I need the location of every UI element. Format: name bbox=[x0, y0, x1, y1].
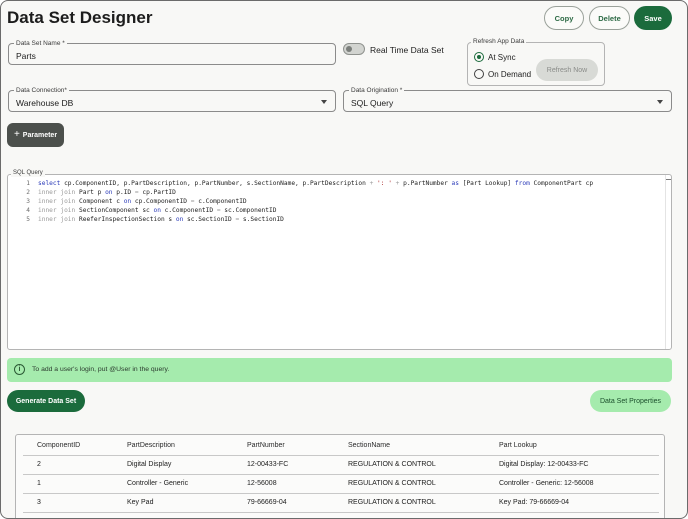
sql-editor[interactable]: 1 select cp.ComponentID, p.PartDescriptio… bbox=[7, 174, 672, 350]
data-connection-select[interactable]: Data Connection* Warehouse DB bbox=[8, 86, 336, 112]
results-table: ComponentID PartDescription PartNumber Sect… bbox=[15, 434, 665, 518]
page-title: Data Set Designer bbox=[7, 8, 153, 27]
sql-token: Component c bbox=[75, 198, 124, 205]
chevron-down-icon bbox=[321, 100, 327, 104]
sql-code-line: 4 inner join SectionComponent sc on c.Com… bbox=[8, 206, 276, 215]
sql-token: inner join bbox=[38, 216, 76, 223]
line-number: 2 bbox=[26, 189, 30, 196]
data-origination-value: SQL Query bbox=[351, 98, 394, 108]
table-row[interactable]: 3 Key Pad 79-66669-04 REGULATION & CONTROL K… bbox=[23, 494, 659, 513]
table-cell: 12-56008 bbox=[247, 480, 277, 487]
copy-button[interactable]: Copy bbox=[544, 6, 584, 30]
table-cell: 79-66669-04 bbox=[247, 499, 287, 506]
sql-token: c.ComponentID bbox=[194, 198, 247, 205]
sql-token: ReeferInspectionSection s bbox=[75, 216, 176, 223]
sql-token: Part p bbox=[75, 189, 106, 196]
column-header: SectionName bbox=[348, 442, 391, 449]
scrollbar-marker bbox=[666, 179, 671, 180]
sql-token: inner join bbox=[38, 198, 76, 205]
line-number: 4 bbox=[26, 207, 30, 214]
sql-token: on bbox=[105, 189, 113, 196]
add-parameter-label: Parameter bbox=[22, 131, 58, 139]
line-number: 1 bbox=[26, 180, 30, 187]
sql-token: inner join bbox=[38, 207, 76, 214]
radio-at-sync[interactable] bbox=[474, 52, 484, 62]
line-number: 3 bbox=[26, 198, 30, 205]
column-header: PartDescription bbox=[127, 442, 175, 449]
sql-token: sc.ComponentID bbox=[220, 207, 277, 214]
info-banner: i To add a user's login, put @User in th… bbox=[7, 358, 672, 382]
column-header: Part Lookup bbox=[499, 442, 537, 449]
table-cell: Digital Display: 12-00433-FC bbox=[499, 461, 589, 468]
line-number: 5 bbox=[26, 216, 30, 223]
dataset-designer-window: Data Set Designer Copy Delete Save Data … bbox=[0, 0, 688, 519]
sql-token: ': ' bbox=[373, 180, 396, 187]
radio-on-demand-label: On Demand bbox=[488, 70, 532, 79]
sql-token: cp.PartID bbox=[138, 189, 176, 196]
sql-token: inner join bbox=[38, 189, 76, 196]
table-row[interactable]: 2 Digital Display 12-00433-FC REGULATION & … bbox=[23, 456, 659, 475]
sql-code-line: 5 inner join ReeferInspectionSection s on… bbox=[8, 215, 284, 224]
dataset-name-field[interactable]: Data Set Name * Parts bbox=[8, 39, 336, 65]
info-text: To add a user's login, put @User in the … bbox=[32, 366, 170, 373]
table-row[interactable]: 1 Controller - Generic 12-56008 REGULATION … bbox=[23, 475, 659, 494]
data-connection-label: Data Connection* bbox=[14, 86, 69, 95]
table-cell: 12-00433-FC bbox=[247, 461, 289, 468]
sql-token: as bbox=[451, 180, 459, 187]
realtime-label: Real Time Data Set bbox=[370, 45, 444, 55]
data-origination-select[interactable]: Data Origination * SQL Query bbox=[343, 86, 672, 112]
sql-code-line: 2 inner join Part p on p.ID = cp.PartID bbox=[8, 188, 176, 197]
add-parameter-button[interactable]: + Parameter bbox=[7, 123, 64, 147]
plus-icon: + bbox=[13, 129, 20, 140]
sql-code-line: 1 select cp.ComponentID, p.PartDescriptio… bbox=[8, 179, 593, 188]
sql-token: c.ComponentID bbox=[160, 207, 217, 214]
sql-token: on bbox=[153, 207, 161, 214]
sql-token: s.SectionID bbox=[239, 216, 284, 223]
table-cell: REGULATION & CONTROL bbox=[348, 461, 436, 468]
sql-token: cp.ComponentID, p.PartDescription, p.Par… bbox=[60, 180, 370, 187]
table-cell: Digital Display bbox=[127, 461, 172, 468]
refresh-now-button[interactable]: Refresh Now bbox=[536, 59, 598, 81]
sql-token: cp.ComponentID bbox=[131, 198, 191, 205]
table-cell: Controller - Generic: 12-56008 bbox=[499, 480, 594, 487]
column-header: ComponentID bbox=[37, 442, 81, 449]
table-header-row: ComponentID PartDescription PartNumber Sect… bbox=[23, 437, 659, 456]
dataset-name-label: Data Set Name * bbox=[14, 39, 67, 48]
table-cell: 3 bbox=[37, 499, 41, 506]
realtime-toggle[interactable] bbox=[343, 43, 365, 55]
sql-query-label: SQL Query bbox=[11, 169, 45, 177]
table-cell: 2 bbox=[37, 461, 41, 468]
sql-token: p.PartNumber bbox=[399, 180, 452, 187]
table-cell: REGULATION & CONTROL bbox=[348, 480, 436, 487]
radio-at-sync-label: At Sync bbox=[488, 53, 516, 62]
data-origination-label: Data Origination * bbox=[349, 86, 405, 95]
info-icon: i bbox=[14, 364, 25, 375]
table-cell: Key Pad bbox=[127, 499, 154, 506]
sql-token: p.ID bbox=[112, 189, 135, 196]
table-cell: Controller - Generic bbox=[127, 480, 189, 487]
dataset-properties-button[interactable]: Data Set Properties bbox=[590, 390, 671, 412]
chevron-down-icon bbox=[657, 100, 663, 104]
generate-dataset-button[interactable]: Generate Data Set bbox=[7, 390, 85, 412]
refresh-group-title: Refresh App Data bbox=[471, 37, 527, 46]
sql-token: [Part Lookup] bbox=[459, 180, 515, 187]
sql-token: SectionComponent sc bbox=[75, 207, 154, 214]
sql-code-line: 3 inner join Component c on cp.ComponentI… bbox=[8, 197, 247, 206]
table-cell: 1 bbox=[37, 480, 41, 487]
delete-button[interactable]: Delete bbox=[589, 6, 630, 30]
save-button[interactable]: Save bbox=[634, 6, 672, 30]
table-cell: REGULATION & CONTROL bbox=[348, 499, 436, 506]
sql-token: select bbox=[38, 180, 61, 187]
column-header: PartNumber bbox=[247, 442, 285, 449]
sql-token: sc.SectionID bbox=[183, 216, 236, 223]
dataset-name-value: Parts bbox=[16, 51, 36, 61]
toggle-knob bbox=[346, 46, 352, 52]
sql-scrollbar[interactable] bbox=[665, 175, 671, 349]
table-cell: Key Pad: 79-66669-04 bbox=[499, 499, 570, 506]
sql-token: ComponentPart cp bbox=[529, 180, 594, 187]
sql-token: from bbox=[514, 180, 530, 187]
data-connection-value: Warehouse DB bbox=[16, 98, 74, 108]
radio-on-demand[interactable] bbox=[474, 69, 484, 79]
